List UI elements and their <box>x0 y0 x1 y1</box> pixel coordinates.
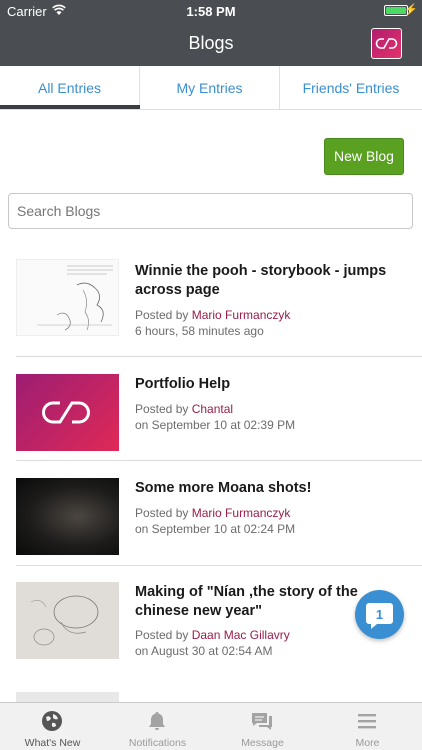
status-time: 1:58 PM <box>186 4 236 19</box>
tab-label: Message <box>241 737 284 749</box>
entry-date: on August 30 at 02:54 AM <box>135 644 273 658</box>
tab-label: Notifications <box>128 737 187 749</box>
tab-friends-entries[interactable]: Friends' Entries <box>280 66 422 110</box>
entry-title[interactable]: Making of "Nían ,the story of the chines… <box>135 583 390 621</box>
entry-title[interactable]: Winnie the pooh - storybook - jumps acro… <box>135 262 390 300</box>
entry-date: 6 hours, 58 minutes ago <box>135 324 264 338</box>
tab-notifications[interactable]: Notifications <box>105 703 210 750</box>
tab-more[interactable]: More <box>315 703 420 750</box>
tab-all-entries[interactable]: All Entries <box>0 66 140 110</box>
logo-icon <box>375 38 398 49</box>
nav-bar: Blogs <box>0 22 422 66</box>
entry-author-link[interactable]: Mario Furmanczyk <box>192 308 291 322</box>
entry-thumbnail <box>16 478 119 555</box>
tab-label: What's New <box>24 737 81 749</box>
entry-thumbnail <box>16 692 119 702</box>
posted-by-label: Posted by <box>135 402 189 416</box>
entry-date: on September 10 at 02:24 PM <box>135 522 296 536</box>
tab-whats-new[interactable]: What's New <box>0 703 105 750</box>
sketch-image <box>37 265 113 331</box>
chat-icon <box>252 713 272 730</box>
app-logo-button[interactable] <box>371 28 402 59</box>
entry-author-link[interactable]: Daan Mac Gillavry <box>192 628 290 642</box>
entry-divider <box>16 356 422 357</box>
status-bar: Carrier 1:58 PM ⚡ <box>0 0 422 22</box>
entry-thumbnail <box>16 582 119 659</box>
entry-title[interactable]: Portfolio Help <box>135 375 390 394</box>
entry-author-link[interactable]: Chantal <box>192 402 233 416</box>
globe-icon <box>42 711 62 731</box>
active-tab-indicator <box>0 105 140 109</box>
entry-divider <box>16 460 422 461</box>
new-blog-button[interactable]: New Blog <box>324 138 404 175</box>
charging-icon: ⚡ <box>404 4 418 16</box>
entry-meta: Posted by Chantal <box>135 401 395 417</box>
entry-divider <box>16 565 422 566</box>
chat-badge-count: 1 <box>376 607 383 622</box>
entry-meta: Posted by Mario Furmanczyk <box>135 505 395 521</box>
entry-author-link[interactable]: Mario Furmanczyk <box>192 506 291 520</box>
entry-date: on September 10 at 02:39 PM <box>135 418 296 432</box>
posted-by-label: Posted by <box>135 506 189 520</box>
posted-by-label: Posted by <box>135 628 189 642</box>
entry-title[interactable]: Some more Moana shots! <box>135 479 390 498</box>
posted-by-label: Posted by <box>135 308 189 322</box>
entry-thumbnail <box>16 374 119 451</box>
pencil-sketch-image <box>30 595 99 646</box>
tab-label: More <box>355 737 380 749</box>
entries-tabs: All Entries My Entries Friends' Entries <box>0 66 422 110</box>
bell-icon <box>149 712 165 730</box>
entry-meta: Posted by Mario Furmanczyk <box>135 307 395 323</box>
search-input[interactable] <box>8 193 413 229</box>
entry-thumbnail <box>16 259 119 336</box>
bottom-tab-bar: What's New Notifications Message More <box>0 702 422 750</box>
tab-my-entries[interactable]: My Entries <box>140 66 280 110</box>
tab-message[interactable]: Message <box>210 703 315 750</box>
logo-icon <box>42 401 90 424</box>
chat-bubble-icon: 1 <box>366 603 393 629</box>
menu-icon <box>358 714 376 729</box>
page-title: Blogs <box>188 33 234 53</box>
chat-button[interactable]: 1 <box>355 590 404 639</box>
